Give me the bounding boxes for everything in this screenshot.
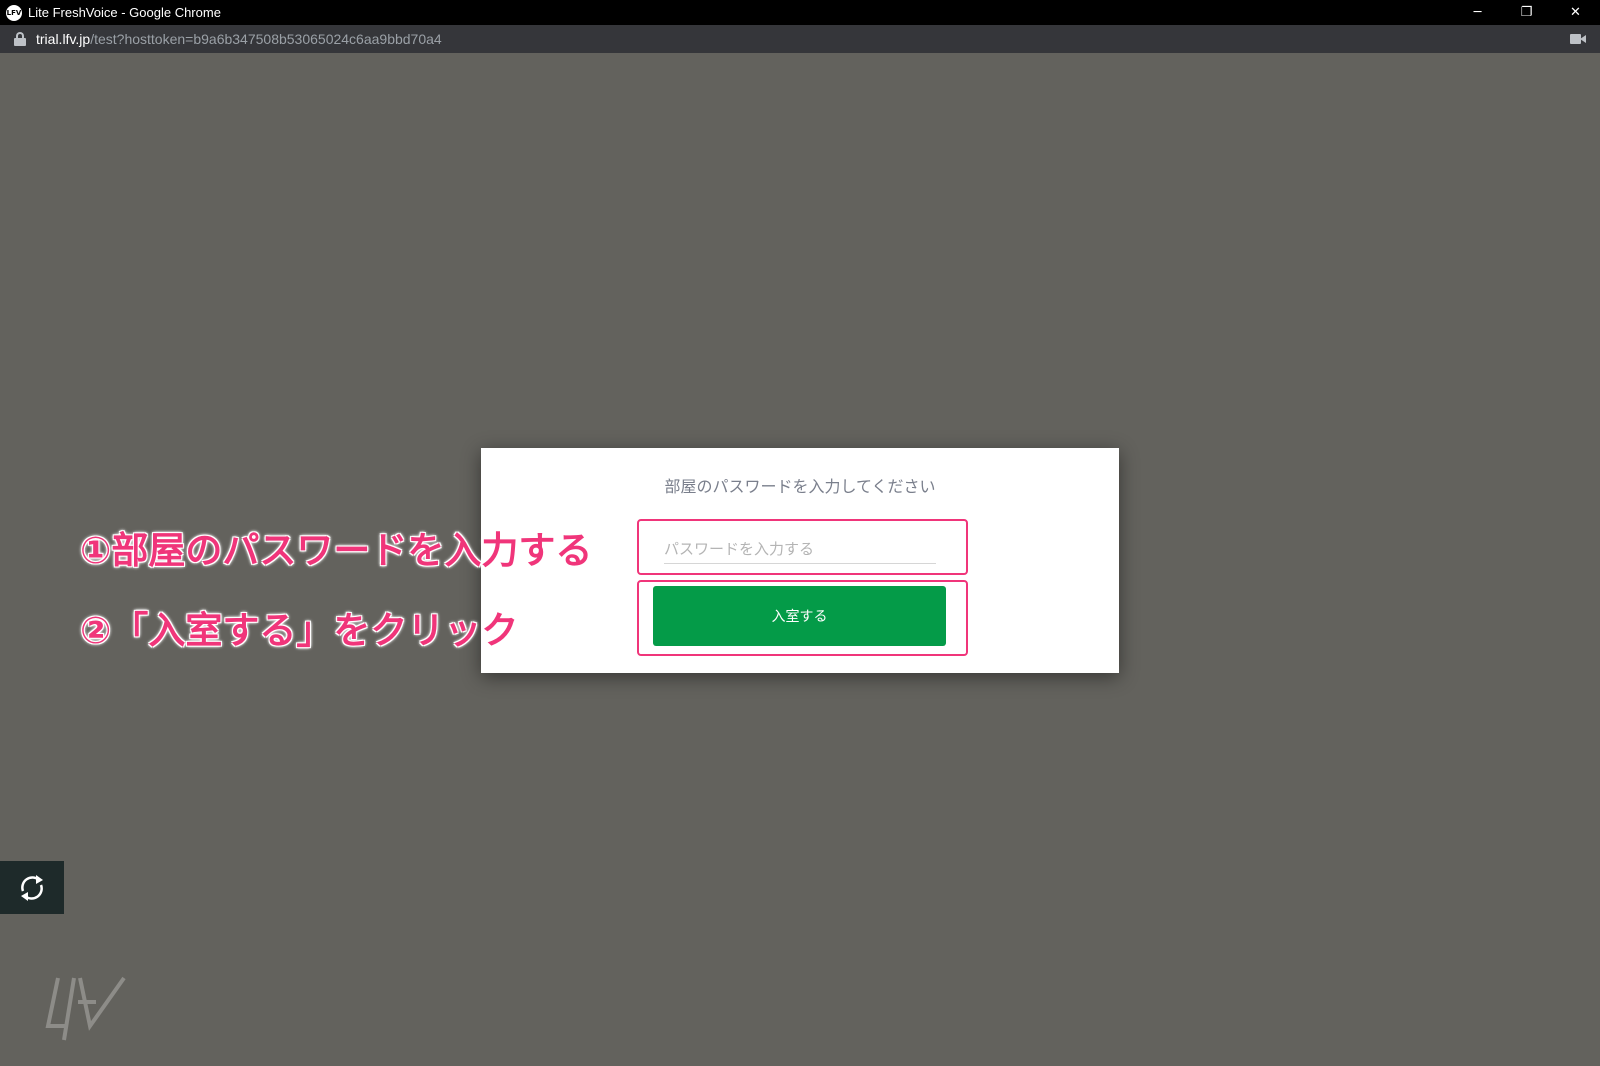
window-controls: ─ ❐ ✕	[1453, 0, 1600, 25]
annotation-step1: ①部屋のパスワードを入力する	[80, 529, 593, 572]
app-logo-icon: LFV	[6, 4, 22, 21]
lfv-watermark-logo	[44, 974, 126, 1046]
camera-icon[interactable]	[1570, 34, 1586, 44]
annotation-box-password	[637, 519, 968, 575]
browser-title-bar: LFV Lite FreshVoice - Google Chrome ─ ❐ …	[0, 0, 1600, 25]
url-path: /test?hosttoken=b9a6b347508b53065024c6aa…	[90, 31, 442, 47]
url-host: trial.lfv.jp	[36, 31, 91, 47]
window-title: Lite FreshVoice - Google Chrome	[28, 5, 221, 20]
annotation-box-button	[637, 580, 968, 656]
address-bar[interactable]: trial.lfv.jp/test?hosttoken=b9a6b347508b…	[0, 25, 1600, 53]
minimize-button[interactable]: ─	[1453, 0, 1502, 25]
lock-icon[interactable]	[14, 32, 26, 46]
close-button[interactable]: ✕	[1551, 0, 1600, 25]
lfv-logo-icon	[45, 976, 126, 1041]
refresh-button[interactable]	[0, 861, 64, 914]
dialog-title: 部屋のパスワードを入力してください	[664, 477, 936, 496]
restore-button[interactable]: ❐	[1502, 0, 1551, 25]
annotation-step2: ②「入室する」をクリック	[80, 609, 519, 652]
url-text[interactable]: trial.lfv.jp/test?hosttoken=b9a6b347508b…	[36, 31, 442, 47]
refresh-icon	[21, 874, 43, 901]
